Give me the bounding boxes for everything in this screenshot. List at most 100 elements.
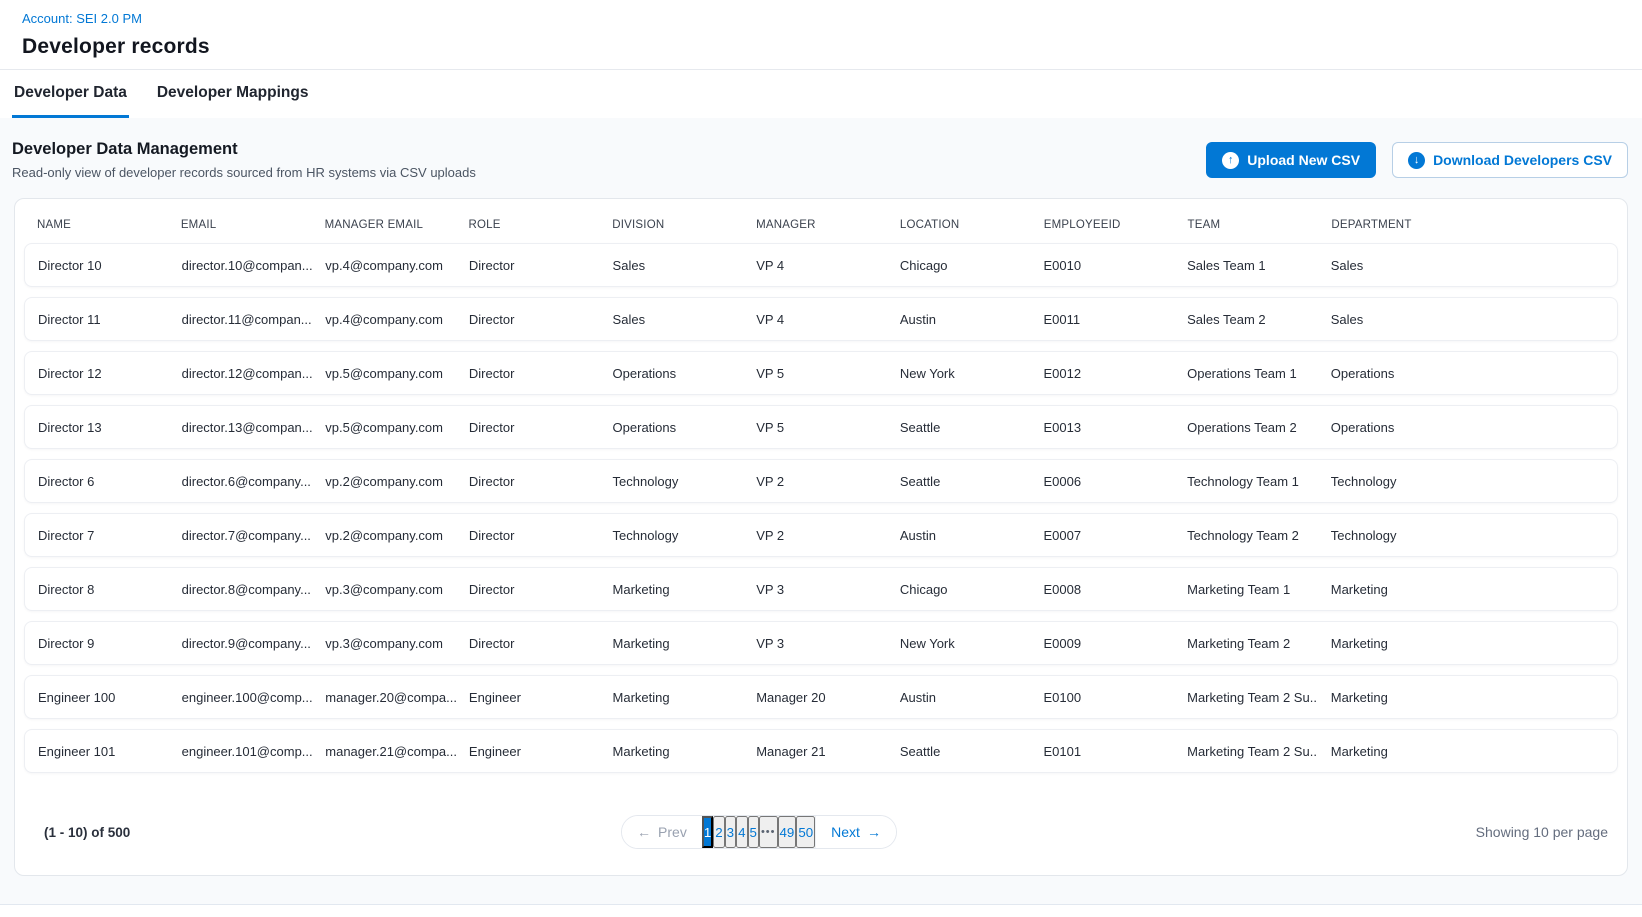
table-cell: E0013 xyxy=(1030,420,1174,435)
table-cell: Marketing xyxy=(1318,636,1617,651)
table-cell: Director xyxy=(456,636,600,651)
table-cell: vp.3@company.com xyxy=(312,636,456,651)
pagination-page[interactable]: 1 xyxy=(702,816,713,848)
table-cell: Chicago xyxy=(887,258,1031,273)
table-row: Director 12director.12@compan...vp.5@com… xyxy=(24,351,1618,395)
table-cell: Austin xyxy=(887,528,1031,543)
column-header: DIVISION xyxy=(599,219,743,231)
pagination-page[interactable]: 4 xyxy=(736,816,747,848)
table-cell: VP 5 xyxy=(743,366,887,381)
table-cell: Director 12 xyxy=(25,366,169,381)
pagination-page[interactable]: 50 xyxy=(796,816,815,848)
table-cell: Operations xyxy=(600,366,744,381)
table-cell: director.8@company.... xyxy=(169,582,313,597)
table-row: Director 7director.7@company....vp.2@com… xyxy=(24,513,1618,557)
pagination-next-button[interactable]: Next → xyxy=(815,816,896,848)
table-cell: Operations Team 2 xyxy=(1174,420,1318,435)
developer-table-card: NAMEEMAILMANAGER EMAILROLEDIVISIONMANAGE… xyxy=(14,198,1628,876)
table-cell: Engineer xyxy=(456,744,600,759)
table-cell: manager.20@compa... xyxy=(312,690,456,705)
table-cell: Marketing xyxy=(1318,744,1617,759)
table-cell: E0011 xyxy=(1030,312,1174,327)
table-cell: Seattle xyxy=(887,420,1031,435)
column-header: ROLE xyxy=(455,219,599,231)
table-cell: E0012 xyxy=(1030,366,1174,381)
table-cell: Sales xyxy=(1318,312,1617,327)
table-cell: vp.4@company.com xyxy=(312,258,456,273)
table-cell: New York xyxy=(887,636,1031,651)
table-cell: director.12@compan... xyxy=(169,366,313,381)
table-cell: VP 2 xyxy=(743,528,887,543)
table-cell: Engineer 100 xyxy=(25,690,169,705)
table-cell: Technology xyxy=(600,474,744,489)
table-cell: Manager 21 xyxy=(743,744,887,759)
pagination-page[interactable]: 3 xyxy=(725,816,736,848)
column-header: TEAM xyxy=(1175,219,1319,231)
column-header: EMPLOYEEID xyxy=(1031,219,1175,231)
table-cell: Director 10 xyxy=(25,258,169,273)
table-cell: vp.4@company.com xyxy=(312,312,456,327)
account-link[interactable]: Account: SEI 2.0 PM xyxy=(22,11,142,26)
column-header: NAME xyxy=(24,219,168,231)
download-csv-button[interactable]: ↓ Download Developers CSV xyxy=(1392,142,1628,178)
table-cell: Marketing xyxy=(600,690,744,705)
pagination-page[interactable]: 2 xyxy=(713,816,724,848)
upload-csv-button[interactable]: ↑ Upload New CSV xyxy=(1206,142,1376,178)
table-cell: Austin xyxy=(887,312,1031,327)
table-cell: Technology xyxy=(1318,474,1617,489)
table-footer: (1 - 10) of 500 ← Prev 12345•••4950 Next… xyxy=(24,773,1618,853)
pagination-page[interactable]: 49 xyxy=(778,816,797,848)
table-cell: VP 2 xyxy=(743,474,887,489)
column-header: MANAGER xyxy=(743,219,887,231)
table-row: Director 10director.10@compan...vp.4@com… xyxy=(24,243,1618,287)
table-cell: Marketing xyxy=(600,636,744,651)
table-header-row: NAMEEMAILMANAGER EMAILROLEDIVISIONMANAGE… xyxy=(24,203,1618,243)
section-title: Developer Data Management xyxy=(12,140,476,159)
tab-bar: Developer Data Developer Mappings xyxy=(0,69,1642,118)
table-row: Director 9director.9@company....vp.3@com… xyxy=(24,621,1618,665)
table-cell: Seattle xyxy=(887,744,1031,759)
table-cell: Director xyxy=(456,366,600,381)
top-header: Account: SEI 2.0 PM Developer records xyxy=(0,0,1642,69)
table-cell: vp.5@company.com xyxy=(312,366,456,381)
table-cell: Director xyxy=(456,312,600,327)
table-cell: Marketing Team 2 Su... xyxy=(1174,744,1318,759)
toolbar: ↑ Upload New CSV ↓ Download Developers C… xyxy=(1206,142,1628,178)
table-cell: E0100 xyxy=(1030,690,1174,705)
pagination-prev-button[interactable]: ← Prev xyxy=(622,816,702,848)
pagination: ← Prev 12345•••4950 Next → xyxy=(621,815,897,849)
developer-data-section: Developer Data Management Read-only view… xyxy=(0,118,1642,905)
table-cell: Operations xyxy=(600,420,744,435)
table-cell: E0008 xyxy=(1030,582,1174,597)
table-row: Director 13director.13@compan...vp.5@com… xyxy=(24,405,1618,449)
table-cell: Director 6 xyxy=(25,474,169,489)
table-cell: Sales xyxy=(600,312,744,327)
table-cell: Technology Team 2 xyxy=(1174,528,1318,543)
table-cell: Marketing Team 1 xyxy=(1174,582,1318,597)
table-cell: Director 9 xyxy=(25,636,169,651)
table-cell: director.6@company.... xyxy=(169,474,313,489)
table-cell: E0009 xyxy=(1030,636,1174,651)
pagination-ellipsis: ••• xyxy=(759,816,778,848)
table-cell: engineer.101@comp... xyxy=(169,744,313,759)
section-header: Developer Data Management Read-only view… xyxy=(0,118,1642,198)
table-cell: Operations xyxy=(1318,420,1617,435)
page-title: Developer records xyxy=(22,35,1618,59)
table-cell: VP 3 xyxy=(743,636,887,651)
tab-developer-mappings[interactable]: Developer Mappings xyxy=(155,70,311,118)
table-cell: Technology xyxy=(1318,528,1617,543)
per-page-text: Showing 10 per page xyxy=(1476,824,1612,840)
table-cell: Director xyxy=(456,258,600,273)
table-cell: Marketing xyxy=(1318,690,1617,705)
table-cell: Chicago xyxy=(887,582,1031,597)
section-header-text: Developer Data Management Read-only view… xyxy=(12,140,476,180)
table-body: Director 10director.10@compan...vp.4@com… xyxy=(24,243,1618,773)
table-cell: director.13@compan... xyxy=(169,420,313,435)
next-label: Next xyxy=(831,824,860,840)
table-cell: Seattle xyxy=(887,474,1031,489)
tab-developer-data[interactable]: Developer Data xyxy=(12,70,129,118)
table-cell: Sales xyxy=(1318,258,1617,273)
pagination-range: (1 - 10) of 500 xyxy=(30,825,683,840)
pagination-page[interactable]: 5 xyxy=(748,816,759,848)
table-cell: E0007 xyxy=(1030,528,1174,543)
